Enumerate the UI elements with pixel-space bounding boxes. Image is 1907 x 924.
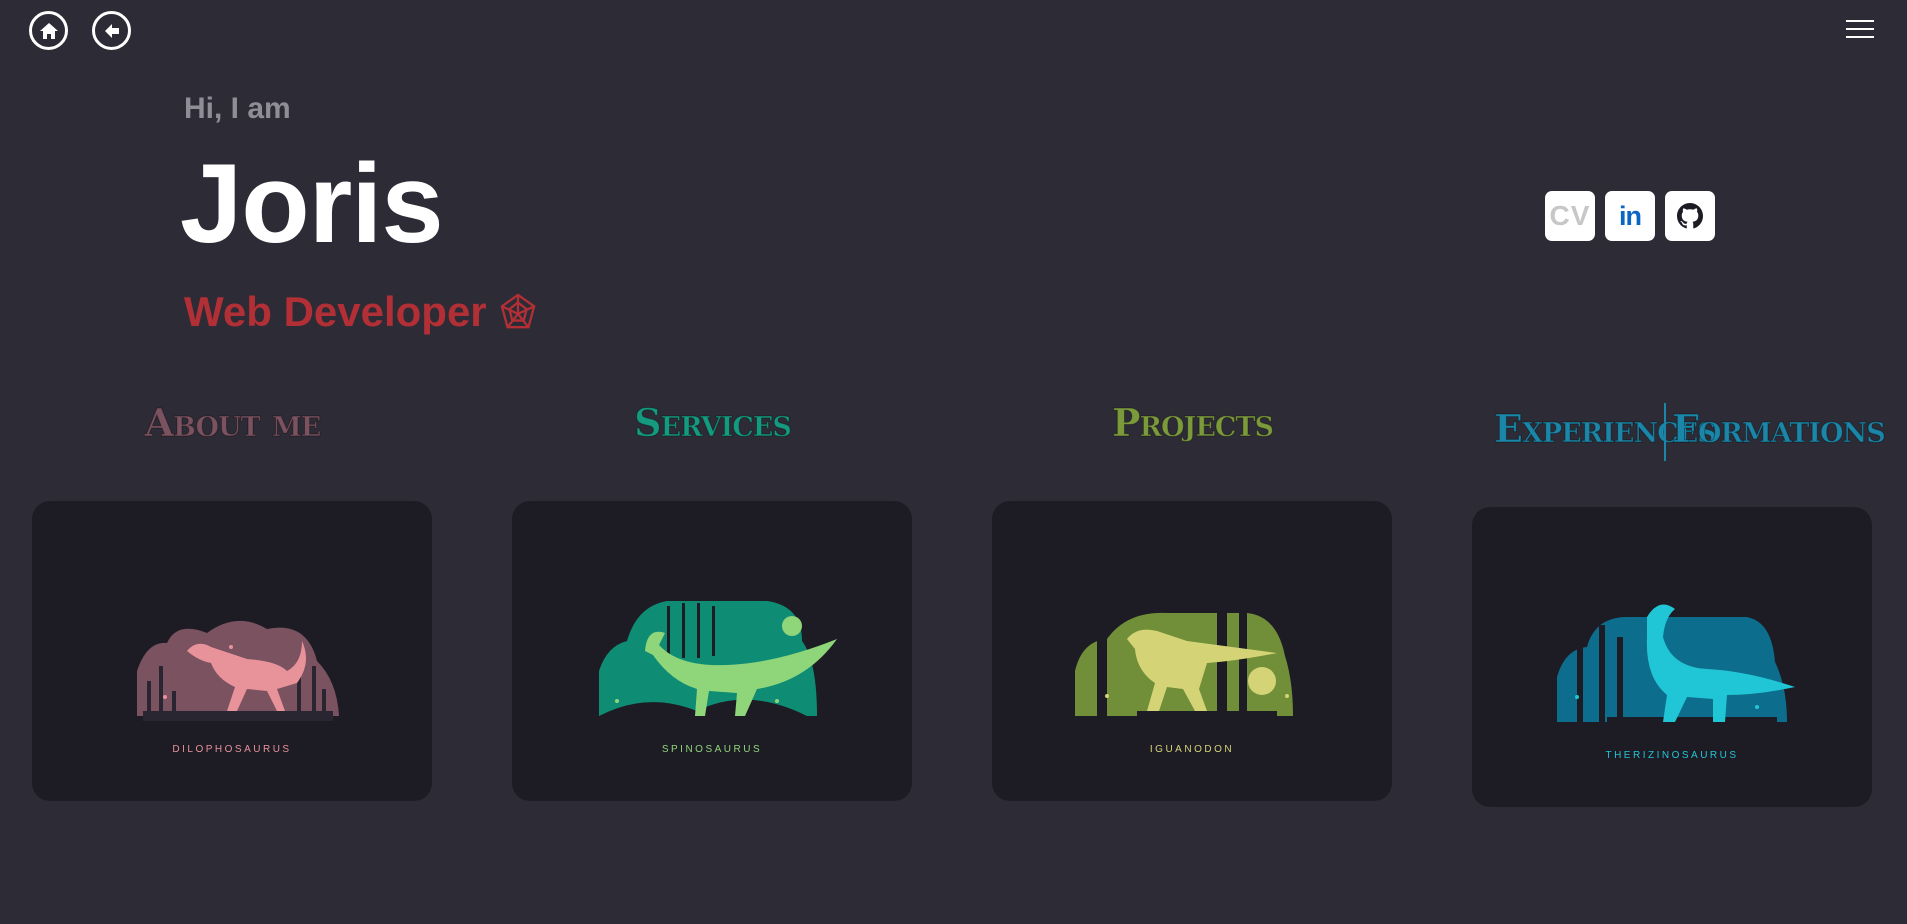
cv-label: CV (1549, 200, 1591, 231)
section-title-about[interactable]: About me (130, 400, 335, 446)
greeting-text: Hi, I am (184, 92, 291, 125)
home-button[interactable] (29, 11, 68, 50)
hamburger-menu-icon[interactable] (1846, 18, 1874, 40)
iguanodon-illustration (1075, 611, 1293, 719)
section-title-services[interactable]: Services (610, 400, 815, 446)
github-icon (1677, 203, 1703, 229)
section-title-formations[interactable]: Formations (1672, 406, 1887, 452)
linkedin-button[interactable]: in (1605, 191, 1655, 241)
cv-button[interactable]: CV (1545, 191, 1595, 241)
role-text: Web Developer (184, 288, 487, 335)
title-divider (1664, 403, 1666, 461)
spider-web-icon (500, 293, 536, 329)
section-title-projects[interactable]: Projects (1090, 400, 1295, 446)
card-label-spinosaurus: Spinosaurus (661, 744, 763, 755)
card-about-me[interactable]: Dilophosaurus (32, 501, 432, 801)
card-label-therizinosaurus: Therizinosaurus (1605, 750, 1739, 761)
back-button[interactable] (92, 11, 131, 50)
role-subtitle: Web Developer (184, 288, 537, 336)
arrow-left-icon (104, 23, 119, 38)
name-heading: Joris (180, 141, 444, 266)
linkedin-icon: in (1619, 200, 1642, 231)
dilophosaurus-illustration (137, 620, 339, 721)
spinosaurus-illustration (599, 601, 837, 716)
card-label-iguanodon: Iguanodon (1149, 744, 1235, 755)
section-title-experiences[interactable]: Experiences (1494, 406, 1718, 452)
home-icon (39, 22, 58, 39)
card-projects[interactable]: Iguanodon (992, 501, 1392, 801)
card-label-dilophosaurus: Dilophosaurus (172, 744, 292, 755)
github-button[interactable] (1665, 191, 1715, 241)
social-links: CV in (1545, 191, 1715, 241)
card-services[interactable]: Spinosaurus (512, 501, 912, 801)
card-experiences-formations[interactable]: Therizinosaurus (1472, 507, 1872, 807)
therizinosaurus-illustration (1557, 604, 1795, 725)
